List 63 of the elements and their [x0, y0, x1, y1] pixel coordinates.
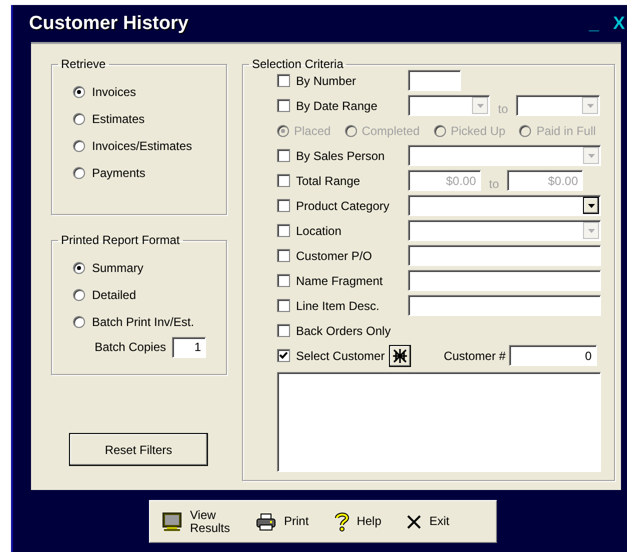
text-field[interactable] — [408, 295, 601, 316]
radio-button[interactable] — [73, 288, 85, 300]
field-label: Batch Copies — [94, 340, 166, 354]
minimize-button[interactable]: _ — [588, 13, 599, 34]
dropdown-arrow-icon — [586, 104, 594, 108]
radio-button[interactable] — [73, 140, 85, 152]
option-label[interactable]: Payments — [92, 166, 146, 180]
checkbox[interactable] — [277, 199, 290, 212]
text-field[interactable] — [408, 270, 601, 291]
checkbox-label[interactable]: Customer P/O — [296, 248, 408, 262]
radio-button[interactable] — [73, 112, 85, 124]
dropdown-arrow-icon — [476, 104, 484, 108]
option-label[interactable]: Batch Print Inv/Est. — [92, 314, 194, 328]
close-button[interactable]: X — [612, 13, 625, 34]
reset-filters-button[interactable]: Reset Filters — [69, 433, 208, 466]
checkbox-label[interactable]: Select Customer — [296, 348, 385, 362]
group-title: Selection Criteria — [251, 57, 344, 71]
checkbox[interactable] — [277, 349, 290, 362]
group-title: Printed Report Format — [60, 233, 181, 247]
question-mark-icon — [334, 512, 349, 532]
radio-button[interactable] — [73, 166, 85, 178]
radio-button[interactable] — [73, 316, 85, 328]
field-label: Customer # — [444, 348, 506, 362]
group-title: Retrieve — [60, 57, 107, 71]
window-title: Customer History — [29, 12, 188, 34]
dropdown-arrow-icon — [588, 154, 594, 158]
checkbox-label[interactable]: Back Orders Only — [296, 324, 408, 338]
toolbar-button[interactable]: Help — [330, 510, 386, 534]
checkbox[interactable] — [277, 74, 290, 87]
number-field[interactable]: 1 — [172, 336, 206, 358]
option-label[interactable]: Estimates — [92, 112, 145, 126]
toolbar-button[interactable]: View Results — [158, 506, 234, 536]
toolbar-button[interactable]: Exit — [403, 512, 454, 530]
checkbox[interactable] — [277, 324, 290, 337]
dropdown-arrow-icon — [588, 204, 594, 208]
dropdown-field[interactable] — [408, 195, 601, 216]
range-separator: to — [498, 100, 508, 116]
check-icon — [279, 351, 288, 360]
radio-button[interactable] — [73, 262, 85, 274]
dropdown-arrow-icon — [588, 228, 594, 232]
option-label[interactable]: Summary — [92, 260, 144, 274]
number-field[interactable]: 0 — [508, 345, 597, 366]
lookup-button[interactable] — [388, 344, 411, 366]
option-label[interactable]: Invoices — [92, 84, 136, 98]
checkbox[interactable] — [277, 274, 290, 287]
checkbox-label[interactable]: Product Category — [296, 198, 408, 212]
close-icon — [407, 514, 422, 528]
printer-icon — [256, 512, 276, 530]
checkbox-label[interactable]: By Number — [296, 74, 408, 88]
option-label[interactable]: Invoices/Estimates — [92, 138, 192, 152]
checkbox-label[interactable]: Line Item Desc. — [296, 298, 408, 312]
text-field[interactable] — [408, 70, 461, 91]
range-separator: to — [489, 176, 500, 190]
list-box[interactable] — [277, 372, 601, 472]
option-label[interactable]: Detailed — [92, 288, 136, 302]
radio-button[interactable] — [73, 86, 85, 98]
checkbox-label[interactable]: Name Fragment — [296, 274, 408, 288]
checkbox[interactable] — [277, 249, 290, 262]
grid-icon — [392, 348, 407, 362]
checkbox[interactable] — [277, 299, 290, 312]
text-field[interactable] — [408, 245, 601, 266]
monitor-icon — [162, 512, 182, 532]
toolbar-button[interactable]: Print — [252, 510, 313, 532]
